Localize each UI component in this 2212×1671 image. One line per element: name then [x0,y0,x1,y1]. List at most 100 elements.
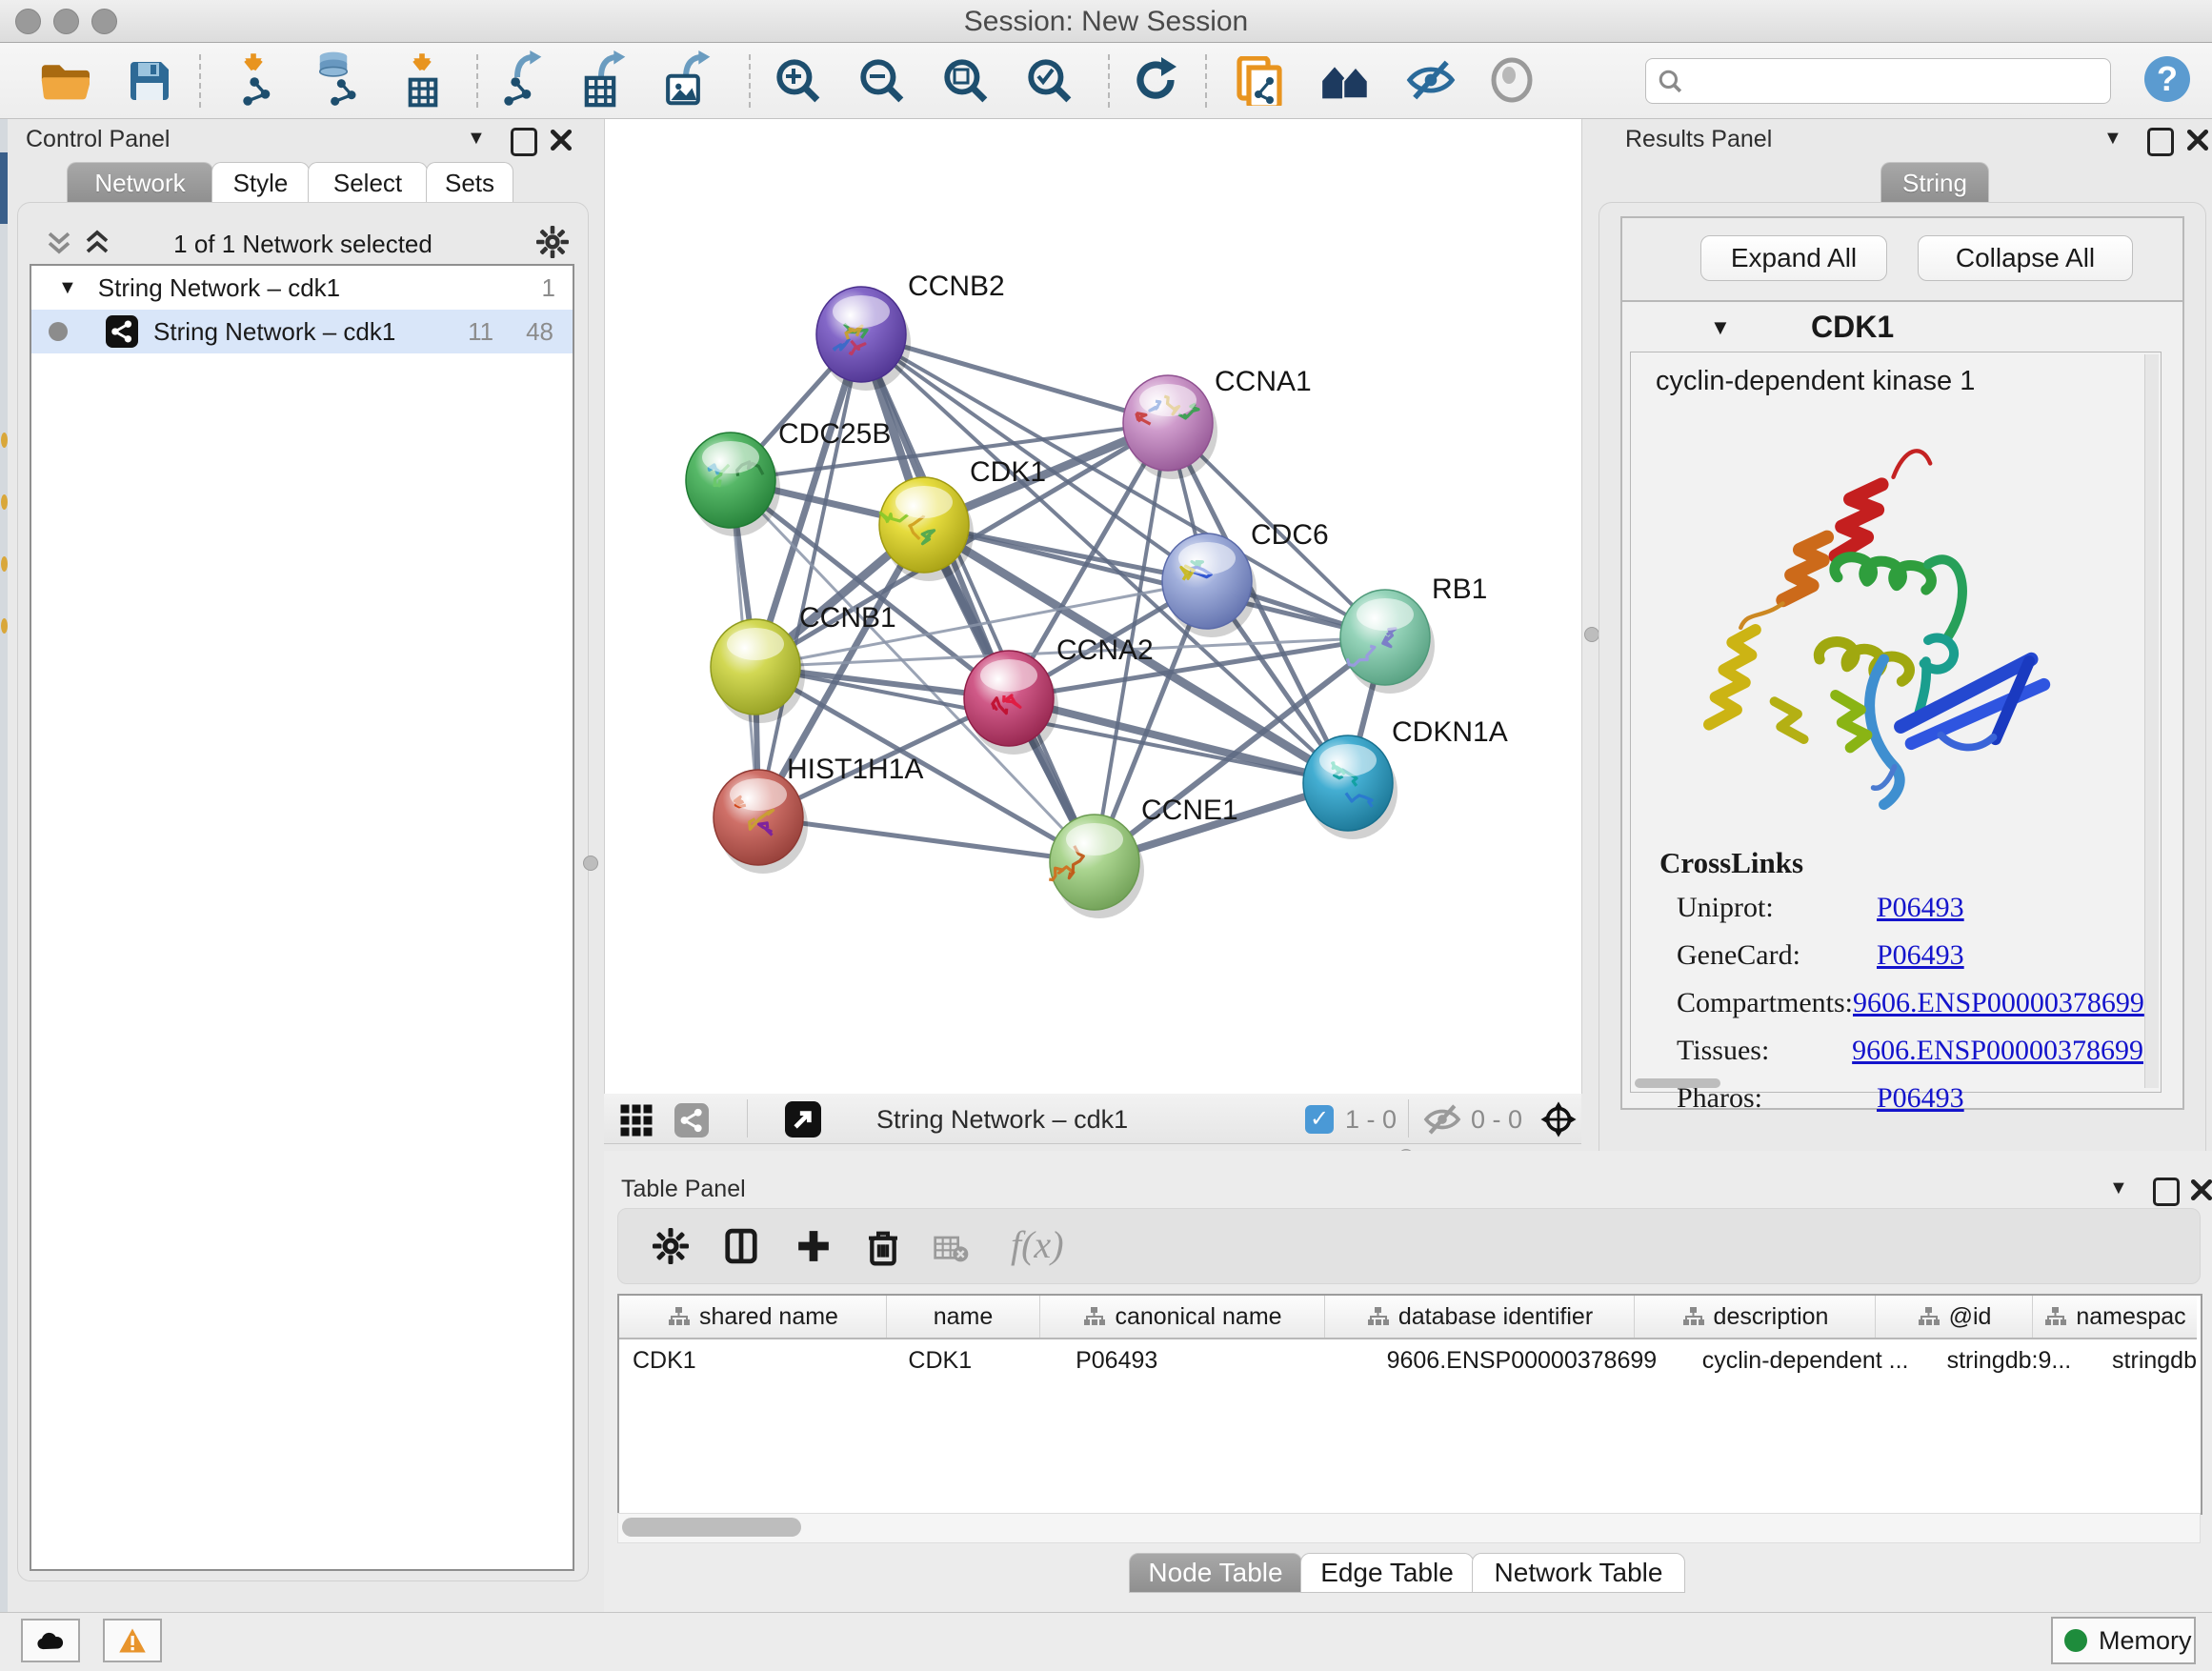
delete-column-icon[interactable] [864,1226,902,1266]
zoom-fit-icon[interactable] [941,56,991,106]
network-tree: ▼ String Network – cdk1 1 String Network… [30,264,574,1571]
export-image-icon[interactable] [665,56,714,106]
control-panel-close-icon[interactable] [549,128,573,152]
collapse-all-button[interactable]: Collapse All [1918,235,2133,281]
memory-status-dot [2064,1629,2087,1652]
export-table-icon[interactable] [582,56,632,106]
column-header-id[interactable]: @id [1876,1296,2033,1338]
table-horizontal-scrollbar[interactable] [617,1513,2201,1543]
show-eye-icon[interactable] [1488,56,1538,106]
open-session-icon[interactable] [40,56,90,106]
memory-label: Memory [2099,1626,2192,1656]
results-panel-close-icon[interactable] [2185,128,2210,152]
table-scroll-thumb[interactable] [622,1518,801,1537]
column-header-description[interactable]: description [1635,1296,1876,1338]
title-bar: Session: New Session [0,0,2212,43]
svg-text:CCNA1: CCNA1 [1215,366,1312,397]
table-panel-close-icon[interactable] [2189,1178,2212,1202]
delete-table-icon[interactable] [933,1234,971,1264]
results-panel-float-button[interactable]: ▼ [2103,128,2122,150]
network-node-CCNB2: CCNB2 [816,271,1005,391]
birds-eye-grid-icon[interactable] [619,1103,654,1137]
svg-text:CDK1: CDK1 [970,456,1046,488]
table-panel-float-button[interactable]: ▼ [2109,1178,2128,1199]
results-vertical-scrollbar[interactable] [2144,354,2159,1088]
results-panel-title: Results Panel [1625,126,1772,153]
network-view-title: String Network – cdk1 [876,1105,1128,1135]
refresh-icon[interactable] [1132,56,1181,106]
results-panel-undock-button[interactable] [2147,128,2174,156]
save-session-icon[interactable] [125,56,174,106]
table-panel-undock-button[interactable] [2153,1178,2180,1206]
zoom-selected-icon[interactable] [1025,56,1075,106]
control-panel-undock-button[interactable] [511,128,537,156]
table-toolbar: f(x) [617,1208,2201,1284]
column-header-namespace[interactable]: namespac [2033,1296,2197,1338]
crosslink-value-link[interactable]: 9606.ENSP00000378699 [1853,987,2144,1019]
cell-canonical-name: P06493 [1053,1339,1344,1381]
cell-namespace: stringdb [2095,1339,2197,1381]
open-in-window-icon[interactable] [785,1101,821,1137]
table-gear-icon[interactable] [653,1228,689,1264]
annotation-icon[interactable] [1235,56,1284,106]
warnings-button[interactable] [103,1619,162,1662]
crosslink-value-link[interactable]: 9606.ENSP00000378699 [1852,1035,2143,1067]
column-header-canonical-name[interactable]: canonical name [1040,1296,1325,1338]
crosslink-value-link[interactable]: P06493 [1877,939,1964,972]
selected-checkbox[interactable]: ✓ [1305,1105,1334,1134]
hide-selected-icon[interactable] [1406,56,1456,106]
network-options-gear-icon[interactable] [536,226,569,258]
crosshair-icon[interactable] [1539,1100,1578,1138]
tab-sets[interactable]: Sets [426,162,513,203]
add-column-icon[interactable] [795,1228,832,1264]
memory-button[interactable]: Memory [2051,1617,2196,1664]
control-panel-float-button[interactable]: ▼ [467,128,486,150]
column-header-name[interactable]: name [887,1296,1040,1338]
import-network-database-icon[interactable] [313,56,363,106]
search-input[interactable] [1645,58,2111,104]
toolbar-separator [476,54,478,108]
application-window: Session: New Session [0,0,2212,1671]
import-network-file-icon[interactable] [233,56,283,106]
zoom-in-icon[interactable] [774,56,823,106]
protein-structure-image [1669,419,2107,819]
table-row[interactable]: CDK1 CDK1 P06493 9606.ENSP00000378699 cy… [619,1339,2197,1381]
network-overview-icon[interactable] [1318,56,1368,106]
import-table-file-icon[interactable] [400,56,450,106]
tab-network-table[interactable]: Network Table [1472,1553,1685,1593]
network-node-CDC25B: CDC25B [686,418,891,536]
network-graph[interactable]: CCNB2CCNA1CDC25BCDK1CDC6RB1CCNB1CCNA2CDK… [605,119,1581,1094]
show-columns-icon[interactable] [723,1228,759,1264]
crosslink-label: Uniprot: [1677,892,1877,924]
crosslink-value-link[interactable]: P06493 [1877,1082,1964,1115]
network-edge-count: 48 [526,317,553,347]
column-header-database-identifier[interactable]: database identifier [1325,1296,1635,1338]
cloud-status-button[interactable] [21,1619,80,1662]
network-collection-row[interactable]: ▼ String Network – cdk1 1 [31,266,573,310]
network-row[interactable]: String Network – cdk1 11 48 [31,310,573,353]
tab-style[interactable]: Style [211,162,310,203]
tab-edge-table[interactable]: Edge Table [1300,1553,1474,1593]
crosslink-value-link[interactable]: P06493 [1877,892,1964,924]
help-button[interactable]: ? [2144,56,2190,102]
results-horizontal-scroll-thumb[interactable] [1635,1078,1720,1088]
string-share-icon[interactable] [674,1103,709,1137]
left-splitter-grip[interactable] [583,856,598,871]
gene-expand-icon[interactable]: ▼ [1710,315,1731,340]
toolbar-separator [1205,54,1207,108]
expand-all-button[interactable]: Expand All [1700,235,1887,281]
tab-network[interactable]: Network [67,162,213,203]
hidden-eyeslash-icon[interactable] [1423,1103,1461,1136]
node-table[interactable]: shared name name canonical name database… [617,1294,2202,1515]
tab-node-table[interactable]: Node Table [1129,1553,1302,1593]
tab-select[interactable]: Select [308,162,428,203]
tab-string[interactable]: String [1880,162,1989,203]
export-network-icon[interactable] [500,56,550,106]
svg-text:CDC25B: CDC25B [778,418,891,450]
network-canvas[interactable]: CCNB2CCNA1CDC25BCDK1CDC6RB1CCNB1CCNA2CDK… [604,119,1582,1094]
collection-expand-icon[interactable]: ▼ [58,277,77,299]
function-builder-icon[interactable]: f(x) [1011,1222,1064,1267]
zoom-out-icon[interactable] [857,56,907,106]
expand-collapse-box: Expand All Collapse All [1620,216,2184,302]
column-header-shared-name[interactable]: shared name [619,1296,887,1338]
